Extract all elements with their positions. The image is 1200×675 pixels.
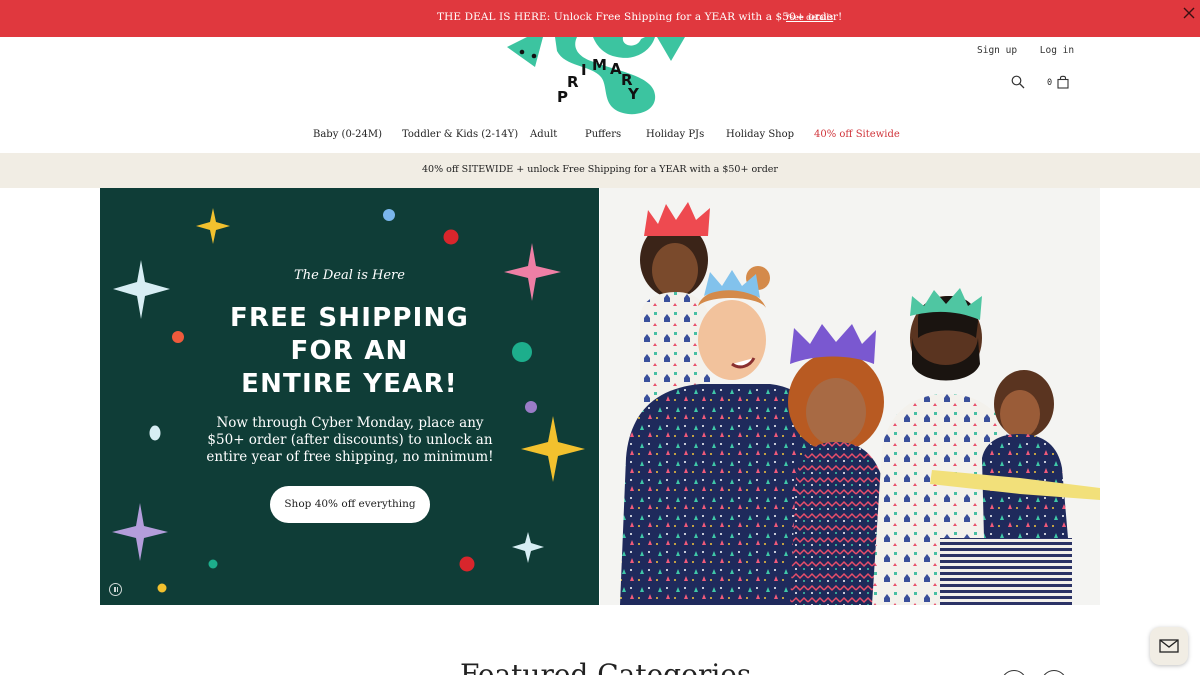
- hero-headline: FREE SHIPPING FOR AN ENTIRE YEAR!: [100, 302, 599, 401]
- log-in-link[interactable]: Log in: [1040, 45, 1074, 56]
- family-pajamas-image: [620, 202, 1100, 605]
- shopping-bag-icon[interactable]: [1057, 75, 1069, 89]
- promo-strip[interactable]: 40% off SITEWIDE + unlock Free Shipping …: [0, 153, 1200, 188]
- primary-logo[interactable]: P R I M A R Y: [505, 37, 690, 117]
- account-links: Sign up Log in: [977, 45, 1091, 56]
- nav-puffers[interactable]: Puffers: [585, 129, 621, 140]
- nav-holiday-pjs[interactable]: Holiday PJs: [646, 129, 704, 140]
- hero-kicker: The Deal is Here: [294, 268, 405, 283]
- svg-text:P R I M: P R I M A R Y: [557, 56, 640, 106]
- hero-body: Now through Cyber Monday, place any $50+…: [206, 415, 494, 465]
- star-icon: [196, 208, 230, 244]
- star-icon: [512, 532, 544, 563]
- email-signup-button[interactable]: [1150, 627, 1188, 665]
- hero-headline-line: FREE SHIPPING: [230, 303, 469, 333]
- close-icon[interactable]: [1180, 4, 1198, 22]
- carousel-prev-button[interactable]: [1001, 670, 1027, 675]
- hero-headline-line: FOR AN: [290, 336, 409, 366]
- star-icon: [521, 416, 585, 482]
- sign-up-link[interactable]: Sign up: [977, 45, 1017, 56]
- promo-strip-text: 40% off SITEWIDE + unlock Free Shipping …: [422, 164, 778, 175]
- see-details-link[interactable]: *see details: [786, 13, 833, 22]
- envelope-icon: [1159, 639, 1179, 653]
- star-icon: [112, 503, 168, 561]
- carousel-next-button[interactable]: [1041, 670, 1067, 675]
- section-title: Featured Categories: [460, 658, 752, 675]
- nav-sale[interactable]: 40% off Sitewide: [814, 129, 900, 140]
- cart-count: 0: [1047, 78, 1053, 88]
- hero-promo-panel: The Deal is Here FREE SHIPPING FOR AN EN…: [100, 188, 599, 605]
- nav-adult[interactable]: Adult: [530, 129, 557, 140]
- announcement-bar: THE DEAL IS HERE: Unlock Free Shipping f…: [0, 0, 1200, 37]
- shop-sale-button[interactable]: Shop 40% off everything: [270, 486, 430, 523]
- announcement-text: THE DEAL IS HERE: Unlock Free Shipping f…: [437, 11, 843, 23]
- nav-holiday-shop[interactable]: Holiday Shop: [726, 129, 794, 140]
- hero-headline-line: ENTIRE YEAR!: [241, 369, 458, 399]
- hero-family-photo[interactable]: [600, 188, 1100, 605]
- nav-baby[interactable]: Baby (0-24M): [313, 129, 382, 140]
- main-nav: Baby (0-24M) Toddler & Kids (2-14Y) Adul…: [0, 129, 1200, 149]
- nav-toddler-kids[interactable]: Toddler & Kids (2-14Y): [402, 129, 518, 140]
- search-icon[interactable]: [1011, 75, 1025, 89]
- pause-icon[interactable]: [109, 583, 122, 596]
- site-header: P R I M A R Y Sign up Log in 0 Baby (0-2…: [0, 37, 1200, 153]
